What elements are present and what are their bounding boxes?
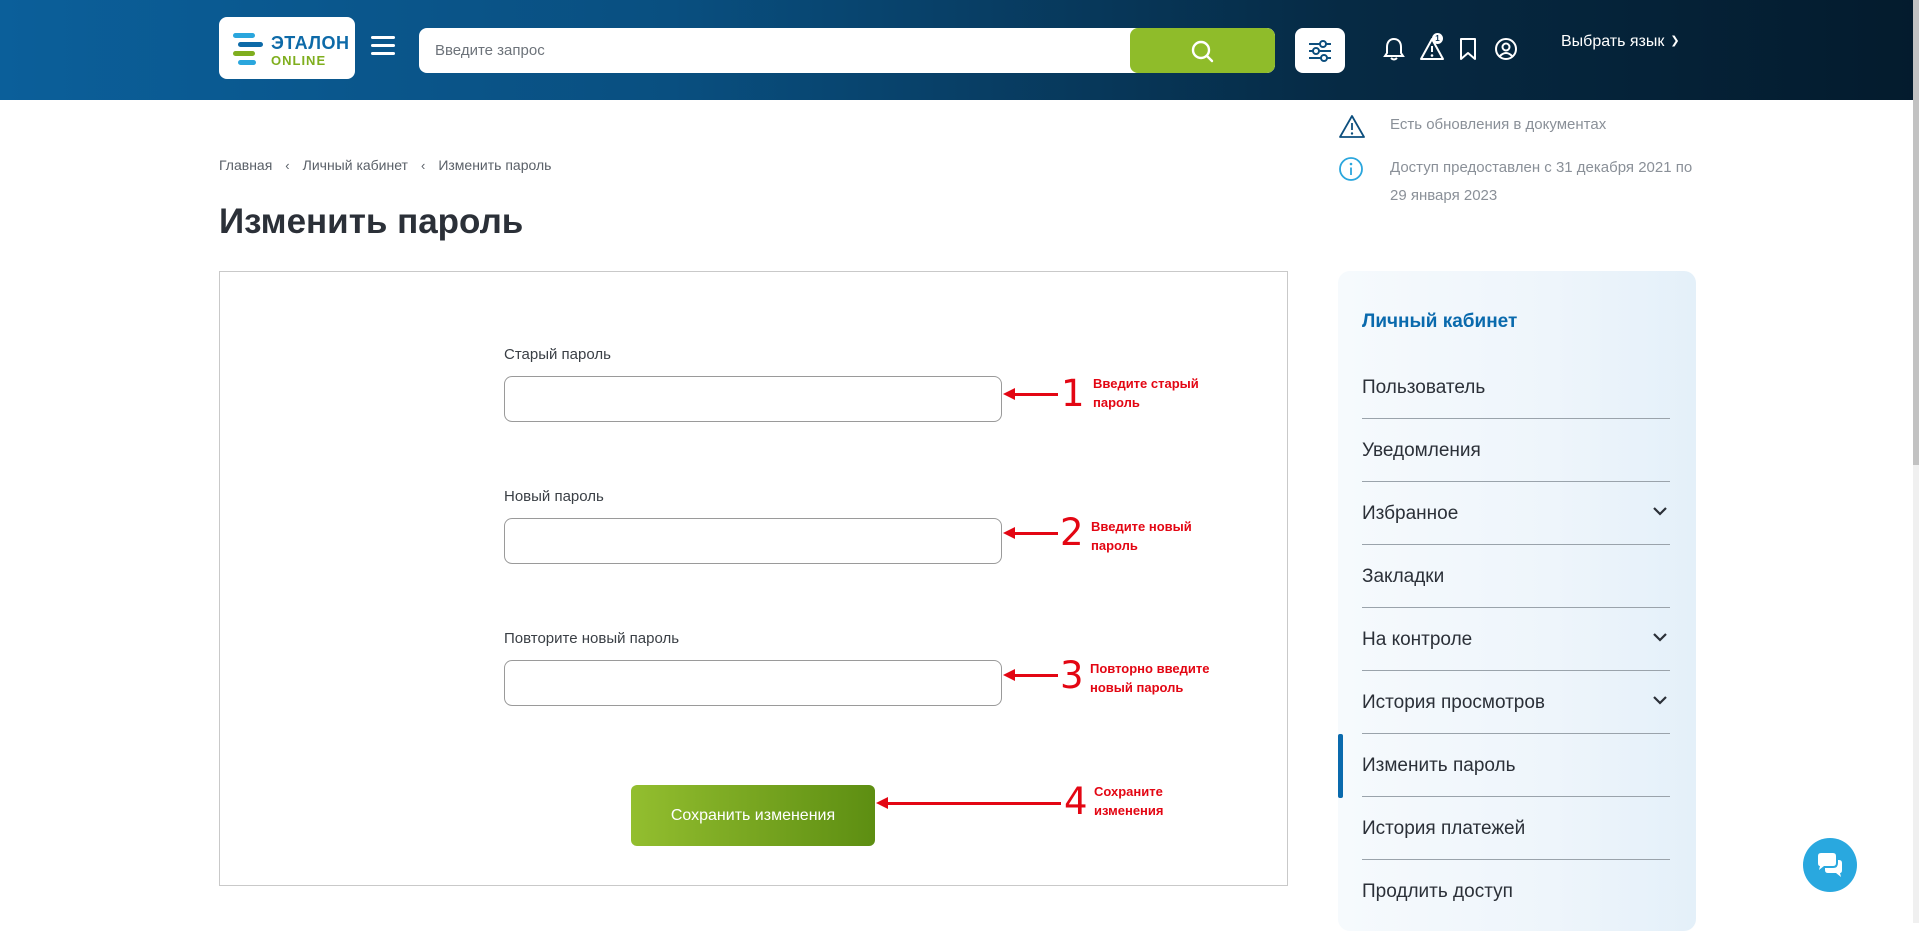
annotation-arrow (1003, 527, 1058, 539)
sidebar-item-payments[interactable]: История платежей (1362, 798, 1670, 860)
active-item-indicator (1338, 734, 1343, 798)
user-account-icon[interactable] (1493, 36, 1519, 62)
warning-icon (1339, 115, 1365, 138)
bookmark-icon[interactable] (1457, 36, 1483, 62)
chevron-down-icon[interactable] (1652, 505, 1668, 517)
sidebar-item-notifications[interactable]: Уведомления (1362, 420, 1670, 482)
new-password-label: Новый пароль (504, 488, 604, 505)
annotation-text: Повторно введите новый пароль (1090, 661, 1210, 695)
logo-mark-icon (233, 33, 263, 65)
sidebar-item-label: Пользователь (1362, 377, 1486, 398)
search-button[interactable] (1130, 28, 1275, 73)
chevron-down-icon: ❯ (1670, 35, 1680, 47)
save-changes-button[interactable]: Сохранить изменения (631, 785, 875, 846)
logo-title: ЭТАЛОН (271, 33, 350, 53)
sidebar-item-label: На контроле (1362, 629, 1473, 650)
sliders-icon (1309, 40, 1331, 62)
alerts-badge: 1 (1432, 33, 1443, 44)
chevron-down-icon[interactable] (1652, 631, 1668, 643)
search-input[interactable] (419, 28, 1119, 73)
annotation-number: 1 (1061, 372, 1085, 415)
repeat-password-field[interactable] (504, 660, 1002, 706)
logo[interactable]: ЭТАЛОН ONLINE (219, 17, 355, 79)
notice-updates-text: Есть обновления в документах (1390, 116, 1607, 133)
sidebar-item-label: Продлить доступ (1362, 881, 1513, 902)
chat-button[interactable] (1803, 838, 1857, 892)
sidebar-item-label: Уведомления (1362, 440, 1481, 461)
sidebar-item-user[interactable]: Пользователь (1362, 357, 1670, 419)
new-password-field[interactable] (504, 518, 1002, 564)
annotation-arrow (876, 797, 1061, 809)
chevron-left-icon: ‹ (420, 158, 426, 173)
annotation-arrow (1003, 669, 1058, 681)
chevron-down-icon[interactable] (1652, 694, 1668, 706)
annotation-text: Введите новый пароль (1091, 519, 1192, 553)
page-title: Изменить пароль (219, 202, 524, 241)
cabinet-sidebar: Личный кабинет Пользователь Уведомления … (1338, 271, 1696, 931)
sidebar-item-favorites[interactable]: Избранное (1362, 483, 1670, 545)
breadcrumb-cabinet[interactable]: Личный кабинет (303, 157, 408, 173)
notice-access-text: Доступ предоставлен с 31 декабря 2021 по… (1390, 159, 1693, 204)
sidebar-item-label: История платежей (1362, 818, 1526, 839)
sidebar-title: Личный кабинет (1362, 311, 1518, 332)
sidebar-item-label: История просмотров (1362, 692, 1546, 713)
old-password-field[interactable] (504, 376, 1002, 422)
sidebar-item-change-password[interactable]: Изменить пароль (1362, 735, 1670, 797)
annotation-number: 4 (1064, 780, 1088, 823)
language-label: Выбрать язык (1561, 33, 1665, 50)
logo-subtitle: ONLINE (271, 53, 327, 68)
repeat-password-label: Повторите новый пароль (504, 630, 680, 647)
bell-icon[interactable] (1382, 36, 1408, 62)
language-selector[interactable]: Выбрать язык ❯ (1561, 33, 1680, 51)
sidebar-item-monitoring[interactable]: На контроле (1362, 609, 1670, 671)
sidebar-item-history[interactable]: История просмотров (1362, 672, 1670, 734)
chevron-left-icon: ‹ (285, 158, 290, 173)
sidebar-item-label: Избранное (1362, 503, 1459, 524)
breadcrumb-home[interactable]: Главная (219, 157, 272, 173)
annotation-arrow (1003, 388, 1058, 400)
scrollbar-thumb[interactable] (1913, 0, 1919, 465)
sidebar-item-label: Изменить пароль (1362, 755, 1516, 776)
filter-button[interactable] (1295, 28, 1345, 73)
sidebar-item-bookmarks[interactable]: Закладки (1362, 546, 1670, 608)
breadcrumb: Главная ‹ Личный кабинет ‹ Изменить пароль (219, 157, 551, 173)
alerts-icon[interactable]: 1 (1419, 33, 1445, 62)
annotation-number: 2 (1060, 511, 1084, 554)
search-icon (1191, 40, 1214, 63)
menu-icon[interactable] (371, 36, 395, 56)
breadcrumb-current: Изменить пароль (438, 157, 552, 173)
info-icon (1339, 157, 1363, 181)
old-password-label: Старый пароль (504, 346, 611, 363)
chat-icon (1818, 853, 1842, 877)
annotation-number: 3 (1060, 654, 1084, 697)
sidebar-item-extend-access[interactable]: Продлить доступ (1362, 861, 1670, 923)
annotation-text: Сохраните изменения (1094, 784, 1164, 818)
annotation-text: Введите старый пароль (1093, 376, 1199, 410)
sidebar-item-label: Закладки (1362, 566, 1445, 587)
top-header: ЭТАЛОН ONLINE Введите запрос 1 Выбрать я… (0, 0, 1919, 100)
search-bar (419, 28, 1275, 73)
